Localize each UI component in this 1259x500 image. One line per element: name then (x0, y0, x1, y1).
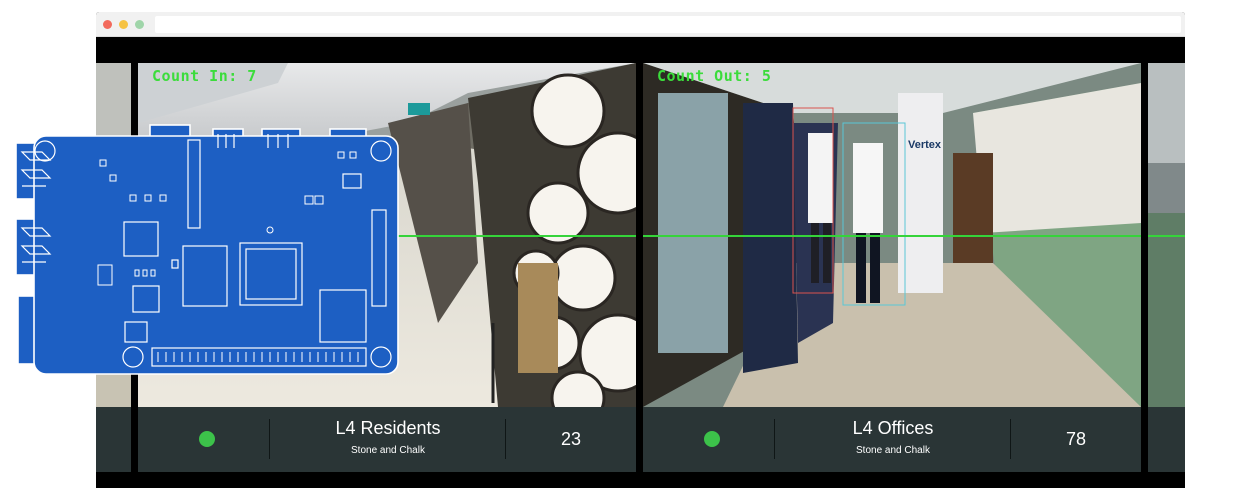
camera-panel[interactable]: Vertex Count Out: 5 L4 Offices Stone and… (643, 63, 1141, 472)
camera-count: 23 (560, 429, 582, 449)
camera-video: Vertex Count Out: 5 (643, 63, 1141, 407)
camera-count-overlay: Count Out: 5 (657, 67, 772, 85)
camera-location-name: L4 Residents (335, 418, 441, 438)
camera-location-subtitle: Stone and Chalk (856, 445, 930, 456)
camera-footer-partial-right (1148, 407, 1185, 472)
stage: Count In: 7 L4 Residents Stone and Chalk… (0, 0, 1259, 500)
camera-panel-partial-right[interactable] (1148, 63, 1185, 472)
status-indicator (199, 431, 215, 447)
raspberry-pi-board-icon (15, 124, 399, 375)
camera-location-subtitle: Stone and Chalk (351, 445, 425, 456)
vertex-sign-text: Vertex (908, 139, 942, 151)
camera-location-name: L4 Offices (852, 418, 934, 438)
camera-video-partial-right (1148, 63, 1185, 407)
status-indicator (704, 431, 720, 447)
counting-line (643, 235, 1141, 237)
counting-line (1148, 235, 1185, 237)
camera-count: 78 (1065, 429, 1087, 449)
camera-footer: L4 Residents Stone and Chalk 23 (138, 407, 636, 472)
camera-footer-partial-left (96, 407, 131, 472)
camera-footer: L4 Offices Stone and Chalk 78 (643, 407, 1141, 472)
